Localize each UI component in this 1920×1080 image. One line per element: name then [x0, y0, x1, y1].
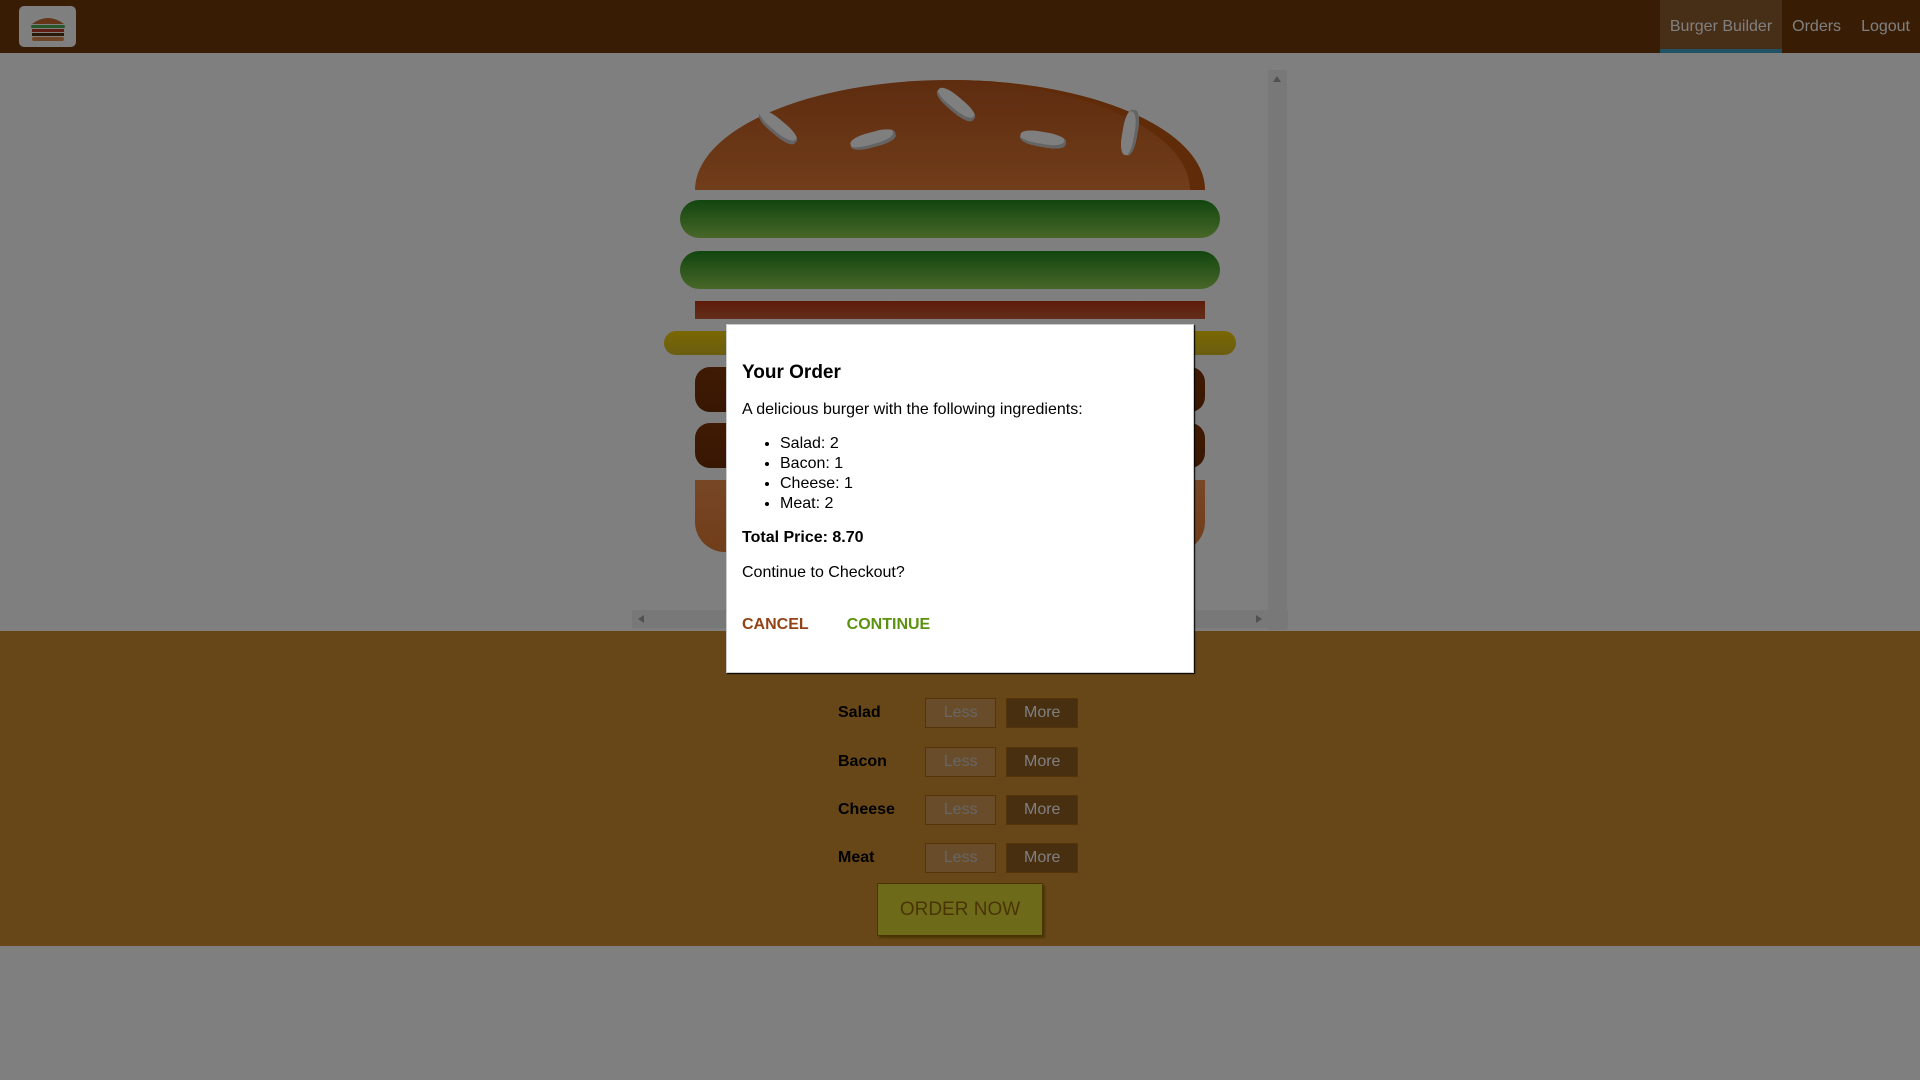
ingredient-item-meat: Meat: 2	[780, 494, 1178, 514]
modal-actions: CANCEL CONTINUE	[742, 616, 1178, 634]
total-price: Total Price: 8.70	[742, 529, 864, 546]
ingredient-item-salad: Salad: 2	[780, 434, 1178, 454]
continue-button[interactable]: CONTINUE	[847, 616, 931, 634]
modal-title: Your Order	[742, 362, 841, 383]
checkout-question: Continue to Checkout?	[742, 564, 905, 581]
ingredient-item-cheese: Cheese: 1	[780, 474, 1178, 494]
modal-description: A delicious burger with the following in…	[742, 401, 1083, 418]
ingredient-list: Salad: 2 Bacon: 1 Cheese: 1 Meat: 2	[742, 434, 1178, 514]
ingredient-item-bacon: Bacon: 1	[780, 454, 1178, 474]
order-summary-modal: Your Order A delicious burger with the f…	[726, 324, 1194, 673]
cancel-button[interactable]: CANCEL	[742, 616, 809, 634]
